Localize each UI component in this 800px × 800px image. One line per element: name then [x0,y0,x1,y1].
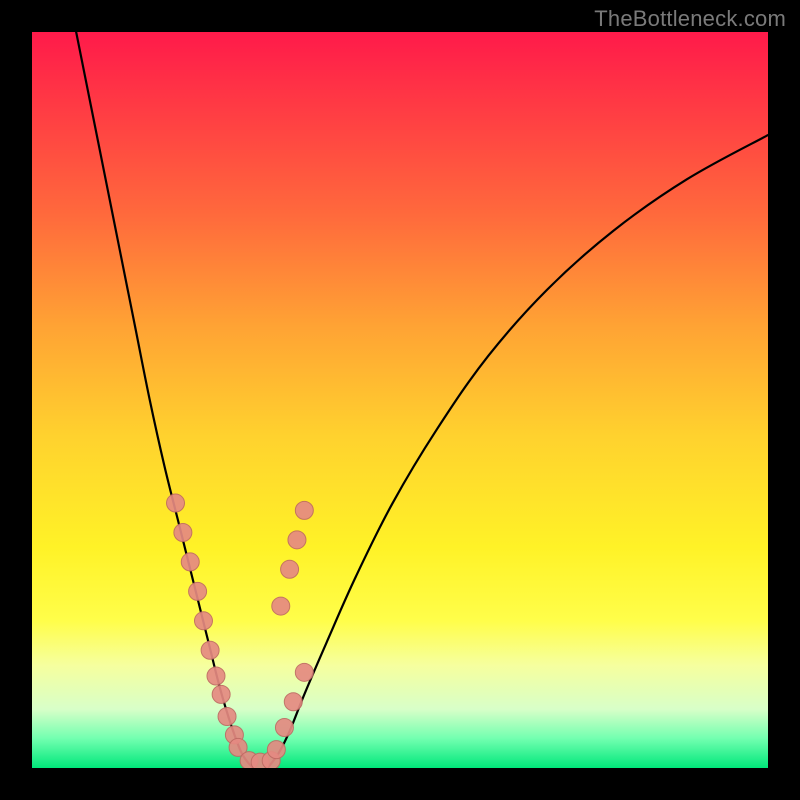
bottleneck-curve-svg [32,32,768,768]
data-marker [194,612,212,630]
data-marker [267,741,285,759]
data-marker [272,597,290,615]
data-marker [275,719,293,737]
data-marker [167,494,185,512]
curve-left-branch [76,32,253,768]
data-marker [181,553,199,571]
data-marker [295,663,313,681]
data-marker [189,582,207,600]
data-marker [174,523,192,541]
data-marker [207,667,225,685]
data-marker [218,707,236,725]
chart-frame: TheBottleneck.com [0,0,800,800]
curve-layer [76,32,768,768]
watermark-text: TheBottleneck.com [594,6,786,32]
data-marker [212,685,230,703]
data-marker [281,560,299,578]
curve-right-branch [268,135,768,768]
plot-area [32,32,768,768]
data-marker [295,501,313,519]
data-marker [201,641,219,659]
data-marker [288,531,306,549]
data-marker [284,693,302,711]
marker-layer [167,494,314,768]
